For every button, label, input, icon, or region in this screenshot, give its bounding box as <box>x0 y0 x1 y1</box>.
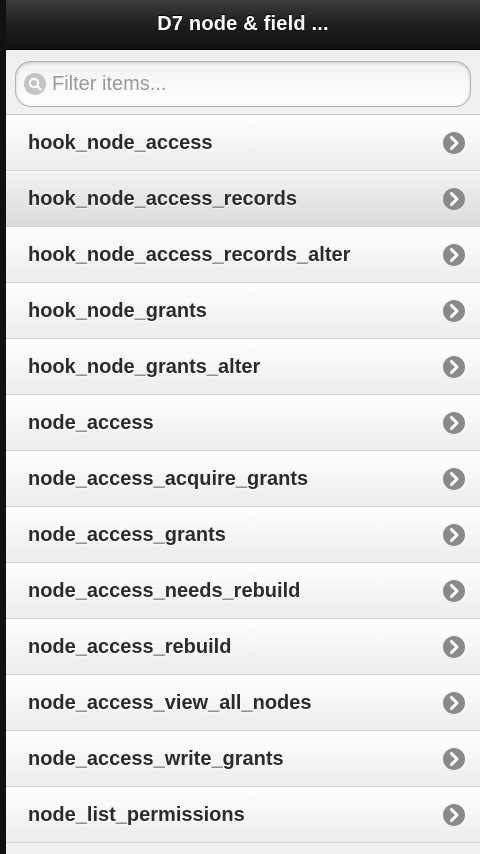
page-title: D7 node & field ... <box>157 13 329 35</box>
search-box[interactable] <box>15 61 471 107</box>
chevron-right-icon <box>442 803 466 827</box>
search-icon <box>24 73 46 95</box>
chevron-right-icon <box>442 691 466 715</box>
list-item-label: hook_node_access <box>28 131 213 154</box>
list-item[interactable]: hook_node_grants <box>6 283 480 339</box>
chevron-right-icon <box>442 411 466 435</box>
search-input[interactable] <box>52 69 442 99</box>
list-item-label: hook_node_grants_alter <box>28 355 261 378</box>
header-bar: D7 node & field ... <box>6 0 480 50</box>
list-item[interactable]: hook_node_access_records_alter <box>6 227 480 283</box>
list-item[interactable]: hook_node_access_records <box>6 171 480 227</box>
list-item[interactable]: hook_node_grants_alter <box>6 339 480 395</box>
chevron-right-icon <box>442 635 466 659</box>
list-item-label: hook_node_grants <box>28 299 207 322</box>
list-item-label: node_access_acquire_grants <box>28 467 309 490</box>
list-item[interactable]: node_access_needs_rebuild <box>6 563 480 619</box>
chevron-right-icon <box>442 747 466 771</box>
list-item-label: node_access <box>28 411 154 434</box>
filter-bar <box>6 50 480 115</box>
list-item[interactable]: node_access_grants <box>6 507 480 563</box>
list-item[interactable]: node_list_permissions <box>6 787 480 843</box>
chevron-right-icon <box>442 467 466 491</box>
chevron-right-icon <box>442 523 466 547</box>
app-window: D7 node & field ... hook_node_accesshook… <box>6 0 480 854</box>
chevron-right-icon <box>442 243 466 267</box>
list-item[interactable]: hook_node_access <box>6 115 480 171</box>
list-item-label: node_list_permissions <box>28 803 245 826</box>
list-item[interactable]: node_access_rebuild <box>6 619 480 675</box>
list-item-label: hook_node_access_records_alter <box>28 243 351 266</box>
list-item[interactable]: node_access_view_all_nodes <box>6 675 480 731</box>
list-item-label: node_access_needs_rebuild <box>28 579 301 602</box>
chevron-right-icon <box>442 355 466 379</box>
list-item[interactable]: node_access_write_grants <box>6 731 480 787</box>
list-item[interactable]: node_access <box>6 395 480 451</box>
list-item-label: node_access_write_grants <box>28 747 284 770</box>
list-item-label: node_access_view_all_nodes <box>28 691 312 714</box>
chevron-right-icon <box>442 187 466 211</box>
list-item-label: node_access_grants <box>28 523 226 546</box>
list-item[interactable]: node_access_acquire_grants <box>6 451 480 507</box>
chevron-right-icon <box>442 299 466 323</box>
item-list: hook_node_access hook_node_access_records… <box>6 115 480 843</box>
list-item-label: hook_node_access_records <box>28 187 298 210</box>
list-item-label: node_access_rebuild <box>28 635 232 658</box>
chevron-right-icon <box>442 579 466 603</box>
chevron-right-icon <box>442 131 466 155</box>
